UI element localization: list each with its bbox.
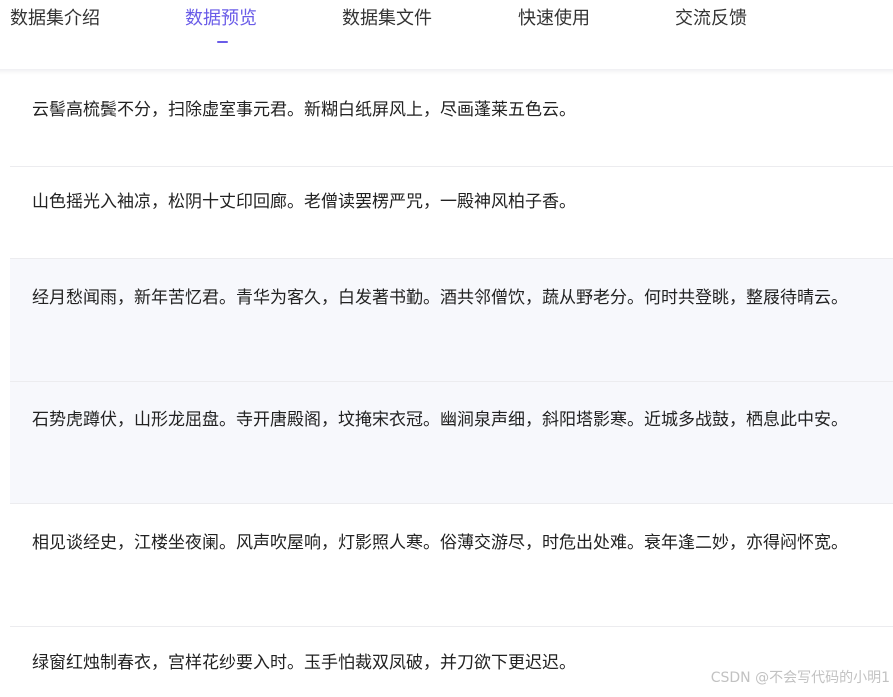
tab-feedback[interactable]: 交流反馈: [675, 6, 747, 32]
tab-dataset-intro[interactable]: 数据集介绍: [10, 6, 100, 32]
list-item: 相见谈经史，江楼坐夜阑。风声吹屋响，灯影照人寒。俗薄交游尽，时危出处难。衰年逢二…: [10, 504, 893, 627]
data-preview-list: 云髻高梳鬓不分，扫除虚室事元君。新糊白纸屏风上，尽画蓬莱五色云。 山色摇光入袖凉…: [10, 75, 893, 697]
active-tab-indicator: [217, 41, 228, 43]
list-item: 经月愁闻雨，新年苦忆君。青华为客久，白发著书勤。酒共邻僧饮，蔬从野老分。何时共登…: [10, 259, 893, 382]
list-item-text: 山色摇光入袖凉，松阴十丈印回廊。老僧读罢楞严咒，一殿神风柏子香。: [32, 192, 576, 212]
list-item: 石势虎蹲伏，山形龙屈盘。寺开唐殿阁，坟掩宋衣冠。幽涧泉声细，斜阳塔影寒。近城多战…: [10, 382, 893, 504]
tab-data-preview[interactable]: 数据预览: [185, 6, 257, 32]
list-item-text: 经月愁闻雨，新年苦忆君。青华为客久，白发著书勤。酒共邻僧饮，蔬从野老分。何时共登…: [32, 288, 848, 308]
tab-quick-start[interactable]: 快速使用: [518, 6, 590, 32]
list-item: 云髻高梳鬓不分，扫除虚室事元君。新糊白纸屏风上，尽画蓬莱五色云。: [10, 75, 893, 167]
tab-bar: 数据集介绍 数据预览 数据集文件 快速使用 交流反馈: [0, 0, 893, 70]
list-item-text: 相见谈经史，江楼坐夜阑。风声吹屋响，灯影照人寒。俗薄交游尽，时危出处难。衰年逢二…: [32, 533, 848, 553]
tab-dataset-files[interactable]: 数据集文件: [342, 6, 432, 32]
list-item-text: 石势虎蹲伏，山形龙屈盘。寺开唐殿阁，坟掩宋衣冠。幽涧泉声细，斜阳塔影寒。近城多战…: [32, 410, 848, 430]
list-item: 山色摇光入袖凉，松阴十丈印回廊。老僧读罢楞严咒，一殿神风柏子香。: [10, 167, 893, 259]
watermark: CSDN @不会写代码的小明1: [710, 670, 890, 686]
list-item-text: 云髻高梳鬓不分，扫除虚室事元君。新糊白纸屏风上，尽画蓬莱五色云。: [32, 100, 576, 120]
